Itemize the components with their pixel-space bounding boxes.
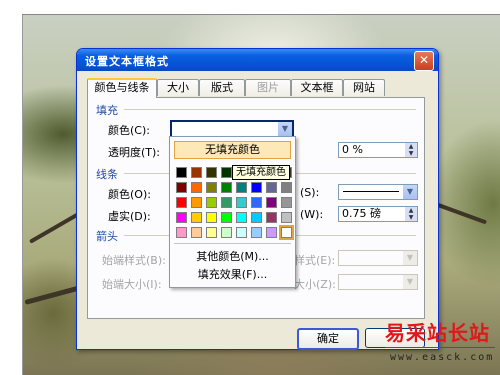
color-swatch[interactable] <box>266 182 277 193</box>
close-button[interactable]: ✕ <box>414 51 434 71</box>
color-swatch[interactable] <box>251 212 262 223</box>
color-swatch[interactable] <box>206 182 217 193</box>
tab-picture: 图片 <box>245 79 291 96</box>
color-swatch[interactable] <box>266 227 277 238</box>
color-swatch[interactable] <box>266 212 277 223</box>
color-picker-popup: 无填充颜色 无填充颜色 其他颜色(M)... 填充效果(F)... <box>169 136 296 288</box>
line-style-preview <box>343 191 399 192</box>
line-weight-label: (W): <box>300 208 324 221</box>
line-weight-value: 0.75 磅 <box>342 207 381 220</box>
fill-section-label: 填充 <box>96 104 118 117</box>
transparency-label: 透明度(T): <box>108 146 161 159</box>
color-swatch[interactable] <box>221 182 232 193</box>
color-swatch[interactable] <box>281 212 292 223</box>
end-style-label: 样式(E): <box>294 254 336 267</box>
menu-separator <box>174 243 291 244</box>
color-swatch[interactable] <box>251 182 262 193</box>
color-swatch[interactable] <box>191 197 202 208</box>
no-fill-button[interactable]: 无填充颜色 <box>174 141 291 159</box>
color-swatch[interactable] <box>251 227 262 238</box>
begin-style-label: 始端样式(B): <box>102 254 166 267</box>
tooltip: 无填充颜色 <box>232 165 290 180</box>
close-icon: ✕ <box>418 53 430 67</box>
color-swatch[interactable] <box>251 197 262 208</box>
color-swatch[interactable] <box>206 212 217 223</box>
color-swatch[interactable] <box>281 197 292 208</box>
watermark-divider <box>385 347 495 348</box>
color-swatch[interactable] <box>221 212 232 223</box>
color-swatch[interactable] <box>176 212 187 223</box>
watermark-url: www.easck.com <box>390 352 495 363</box>
color-swatch[interactable] <box>236 212 247 223</box>
line-weight-spinner[interactable]: 0.75 磅 ▲ ▼ <box>338 206 418 222</box>
transparency-value: 0 % <box>342 143 363 156</box>
end-size-label: 大小(Z): <box>294 278 336 291</box>
dash-label: 虚实(D): <box>108 210 151 223</box>
color-swatch[interactable] <box>176 197 187 208</box>
color-swatch[interactable] <box>236 227 247 238</box>
chevron-down-icon[interactable]: ▼ <box>278 122 292 136</box>
chevron-down-icon: ▼ <box>403 251 417 265</box>
color-swatch[interactable] <box>279 225 294 240</box>
color-swatch[interactable] <box>206 197 217 208</box>
color-swatch[interactable] <box>221 167 232 178</box>
arrows-section-label: 箭头 <box>96 230 118 243</box>
line-section-label: 线条 <box>96 168 118 181</box>
dialog-titlebar[interactable]: 设置文本框格式 ✕ <box>77 49 438 71</box>
fill-effects-item[interactable]: 填充效果(F)... <box>170 266 295 282</box>
watermark-site-name: 易采站长站 <box>385 321 490 345</box>
document-edge <box>22 14 500 15</box>
tab-web[interactable]: 网站 <box>343 79 385 96</box>
line-style-label: (S): <box>300 186 320 199</box>
end-style-combo: ▼ <box>338 250 418 266</box>
section-divider <box>124 109 416 110</box>
color-swatch[interactable] <box>281 182 292 193</box>
fill-color-label: 颜色(C): <box>108 124 150 137</box>
color-swatch[interactable] <box>221 197 232 208</box>
more-colors-item[interactable]: 其他颜色(M)... <box>170 248 295 264</box>
line-color-label: 颜色(O): <box>108 188 151 201</box>
color-swatch[interactable] <box>176 182 187 193</box>
chevron-down-icon: ▼ <box>403 275 417 289</box>
begin-size-label: 始端大小(I): <box>102 278 162 291</box>
tab-layout[interactable]: 版式 <box>199 79 245 96</box>
color-swatch[interactable] <box>206 167 217 178</box>
tab-size[interactable]: 大小 <box>157 79 199 96</box>
color-swatch[interactable] <box>191 227 202 238</box>
ok-button[interactable]: 确定 <box>297 328 359 350</box>
color-swatch[interactable] <box>191 182 202 193</box>
color-swatch[interactable] <box>221 227 232 238</box>
dialog-title: 设置文本框格式 <box>85 55 169 68</box>
tab-colors-lines[interactable]: 颜色与线条 <box>87 78 157 98</box>
color-swatch[interactable] <box>206 227 217 238</box>
line-style-combo[interactable]: ▼ <box>338 184 418 200</box>
transparency-spinner[interactable]: 0 % ▲ ▼ <box>338 142 418 158</box>
spin-arrows-icon[interactable]: ▲ ▼ <box>405 207 417 221</box>
color-swatch[interactable] <box>176 167 187 178</box>
color-swatch[interactable] <box>191 167 202 178</box>
color-swatch[interactable] <box>191 212 202 223</box>
color-swatch[interactable] <box>266 197 277 208</box>
color-swatch[interactable] <box>236 182 247 193</box>
tab-textbox[interactable]: 文本框 <box>291 79 343 96</box>
end-size-combo: ▼ <box>338 274 418 290</box>
color-swatch[interactable] <box>236 197 247 208</box>
spin-arrows-icon[interactable]: ▲ ▼ <box>405 143 417 157</box>
color-swatch[interactable] <box>176 227 187 238</box>
chevron-down-icon[interactable]: ▼ <box>403 185 417 199</box>
